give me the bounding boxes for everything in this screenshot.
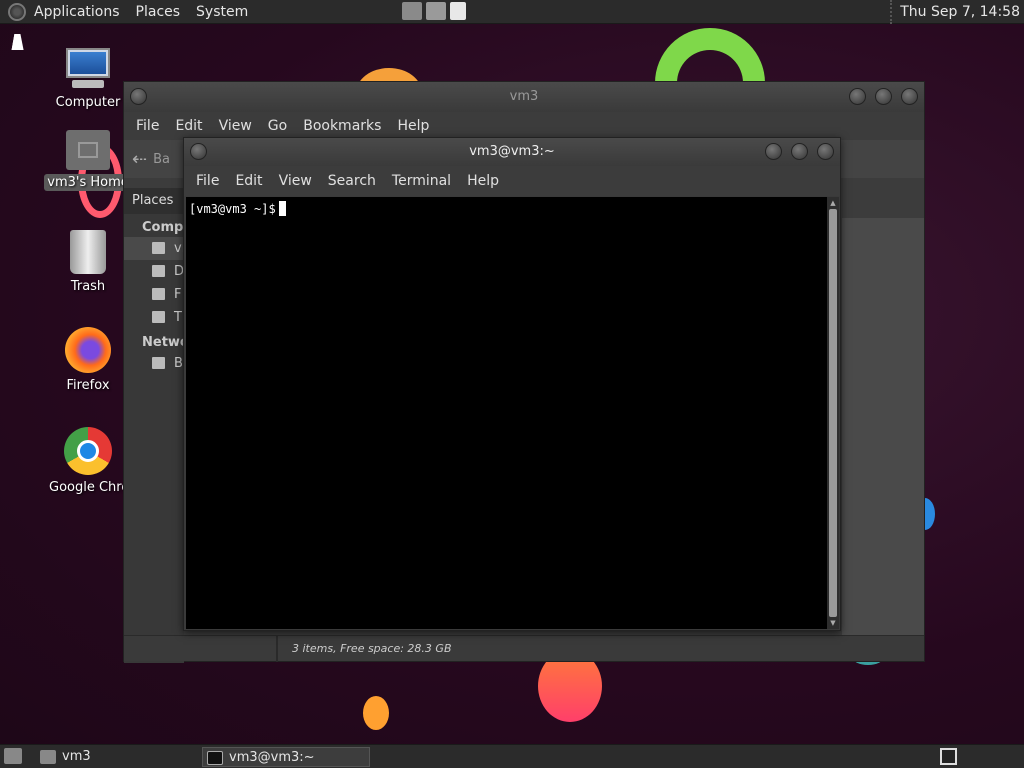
- maximize-button[interactable]: [791, 143, 808, 160]
- panel-clock[interactable]: Thu Sep 7, 14:58: [890, 0, 1020, 24]
- menu-view[interactable]: View: [211, 118, 260, 134]
- home-folder-icon: [152, 242, 165, 254]
- applications-menu[interactable]: Applications: [26, 0, 128, 24]
- window-menu-icon[interactable]: [190, 143, 207, 160]
- places-sidebar: Places Compu vı D F T Netwo B: [124, 188, 193, 663]
- desktop-folder-icon: [152, 265, 165, 277]
- sidebar-section-network: Netwo: [142, 335, 189, 350]
- terminal-window: vm3@vm3:~ File Edit View Search Terminal…: [183, 137, 841, 631]
- desktop-icon-firefox[interactable]: Firefox: [43, 327, 133, 394]
- desktop-icon-trash[interactable]: Trash: [43, 230, 133, 295]
- firefox-icon: [65, 327, 111, 373]
- scrollbar-thumb[interactable]: [829, 209, 837, 617]
- home-folder-icon: [66, 130, 110, 170]
- distro-logo-icon[interactable]: [8, 2, 26, 21]
- computer-icon: [64, 46, 112, 90]
- trash-icon: [152, 311, 165, 323]
- drive-icon: [152, 288, 165, 300]
- scroll-up-icon[interactable]: ▲: [829, 199, 837, 207]
- file-manager-statusbar: 3 items, Free space: 28.3 GB: [124, 635, 924, 662]
- folder-launcher-icon[interactable]: [426, 2, 446, 20]
- places-header[interactable]: Places: [124, 188, 184, 214]
- file-manager-icon: [40, 750, 56, 764]
- window-title: vm3: [509, 89, 539, 104]
- menu-search[interactable]: Search: [320, 173, 384, 189]
- menu-bookmarks[interactable]: Bookmarks: [295, 118, 389, 134]
- panel-launchers: [402, 2, 466, 20]
- shell-prompt: [vm3@vm3 ~]$: [189, 202, 276, 216]
- sidebar-item-browse-network[interactable]: B: [124, 352, 184, 375]
- minimize-button[interactable]: [765, 143, 782, 160]
- maximize-button[interactable]: [875, 88, 892, 105]
- desktop-icon-label: Firefox: [66, 378, 110, 393]
- statusbar-divider: [276, 636, 278, 662]
- text-cursor: [278, 201, 286, 216]
- terminal-icon: [207, 751, 223, 765]
- trash-icon: [70, 230, 106, 274]
- terminal-prompt-line: [vm3@vm3 ~]$: [186, 197, 827, 220]
- desktop-icon-label: vm3's Home: [44, 174, 132, 191]
- desktop-icon-label: Google Chrome: [49, 480, 130, 495]
- sidebar-section-computer: Compu: [142, 220, 193, 235]
- bottom-panel: vm3 vm3@vm3:~: [0, 744, 1024, 768]
- terminal-scrollbar[interactable]: ▲ ▼: [827, 197, 839, 629]
- sidebar-item-filesystem[interactable]: F: [124, 283, 184, 306]
- text-editor-launcher-icon[interactable]: [450, 2, 466, 20]
- chrome-icon: [64, 427, 112, 475]
- menu-file[interactable]: File: [188, 173, 227, 189]
- desktop-icon-label: Trash: [70, 279, 106, 294]
- desktop-icon-label: Computer: [55, 95, 121, 110]
- show-desktop-icon[interactable]: [4, 748, 22, 764]
- menu-view[interactable]: View: [271, 173, 320, 189]
- sidebar-item-home[interactable]: vı: [124, 237, 184, 260]
- scroll-down-icon[interactable]: ▼: [829, 619, 837, 627]
- file-manager-menubar: File Edit View Go Bookmarks Help: [124, 112, 924, 140]
- taskbar-item-file-manager[interactable]: vm3: [36, 747, 196, 767]
- sidebar-item-desktop[interactable]: D: [124, 260, 184, 283]
- taskbar-item-terminal[interactable]: vm3@vm3:~: [202, 747, 370, 767]
- terminal-screen[interactable]: [vm3@vm3 ~]$: [186, 197, 827, 629]
- status-text: 3 items, Free space: 28.3 GB: [292, 642, 452, 655]
- desktop-icon-computer[interactable]: Computer: [43, 46, 133, 111]
- menu-file[interactable]: File: [128, 118, 167, 134]
- minimize-button[interactable]: [849, 88, 866, 105]
- menu-edit[interactable]: Edit: [167, 118, 210, 134]
- menu-edit[interactable]: Edit: [227, 173, 270, 189]
- window-title: vm3@vm3:~: [469, 144, 555, 159]
- back-button-label[interactable]: Ba: [153, 152, 170, 167]
- file-manager-content-pane[interactable]: [842, 218, 924, 638]
- terminal-titlebar[interactable]: vm3@vm3:~: [184, 138, 840, 166]
- file-manager-titlebar[interactable]: vm3: [124, 82, 924, 112]
- menu-help[interactable]: Help: [389, 118, 437, 134]
- desktop-icon-home[interactable]: vm3's Home: [43, 130, 133, 191]
- desktop-icon-chrome[interactable]: Google Chrome: [40, 427, 136, 496]
- menu-terminal[interactable]: Terminal: [384, 173, 459, 189]
- menu-help[interactable]: Help: [459, 173, 507, 189]
- close-button[interactable]: [817, 143, 834, 160]
- sidebar-item-trash[interactable]: T: [124, 306, 184, 329]
- places-menu[interactable]: Places: [128, 0, 189, 24]
- window-menu-icon[interactable]: [130, 88, 147, 105]
- top-panel: Applications Places System Thu Sep 7, 14…: [0, 0, 1024, 24]
- terminal-menubar: File Edit View Search Terminal Help: [184, 166, 840, 196]
- file-manager-launcher-icon[interactable]: [402, 2, 422, 20]
- menu-go[interactable]: Go: [260, 118, 295, 134]
- network-icon: [152, 357, 165, 369]
- close-button[interactable]: [901, 88, 918, 105]
- workspace-switcher[interactable]: [940, 748, 957, 765]
- back-arrow-icon[interactable]: ⇠: [132, 149, 147, 170]
- system-menu[interactable]: System: [188, 0, 256, 24]
- wallpaper-small-orange-blob: [363, 696, 389, 730]
